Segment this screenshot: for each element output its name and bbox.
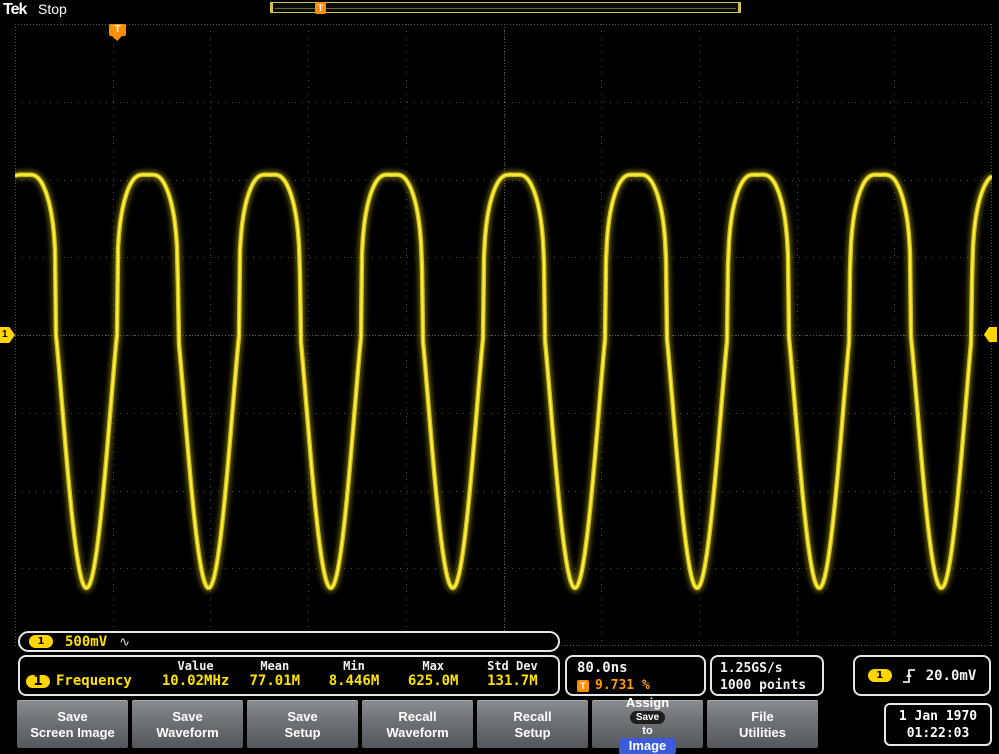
menu-button-label: Save [287, 708, 318, 724]
measurement-max: 625.0M [407, 673, 459, 689]
datetime-box: 1 Jan 1970 01:22:03 [884, 703, 992, 746]
menu-button-label: Screen Image [30, 724, 115, 740]
waveform-trace-ch1 [15, 173, 992, 590]
channel-1-ground-marker: 1 [0, 327, 15, 343]
menu-button-label: Setup [284, 724, 321, 740]
trigger-position-percent: 9.731 % [595, 678, 650, 693]
measurement-header-mean: Mean [260, 659, 290, 673]
menu-button-file-utilities[interactable]: File Utilities [707, 700, 818, 748]
trigger-source-badge: 1 [867, 669, 892, 682]
measurement-min: 8.446M [328, 673, 380, 689]
measurement-value: 10.02MHz [161, 673, 230, 689]
menu-button-label: Assign [625, 695, 670, 710]
record-trigger-marker: T [315, 2, 326, 14]
channel-1-badge: 1 [29, 635, 53, 648]
acquisition-status: Stop [38, 1, 67, 17]
menu-button-save-screen-image[interactable]: Save Screen Image [17, 700, 128, 748]
channel-readout-bar: 1 500mV ∿ [18, 631, 560, 652]
scope-graticule [15, 24, 992, 646]
channel-1-badge: 1 [26, 673, 50, 689]
measurement-header-row: Value Mean Min Max Std Dev [26, 659, 552, 673]
trigger-level: 20.0mV [925, 667, 977, 684]
menu-button-label: Save [172, 708, 203, 724]
record-length: 1000 points [720, 678, 807, 693]
menu-button-label: Recall [513, 708, 552, 724]
menu-button-label: Waveform [156, 724, 219, 740]
measurement-header-value: Value [177, 659, 214, 673]
menu-button-label: File [751, 708, 774, 724]
timebase-scale: 80.0ns [577, 660, 628, 676]
menu-button-label: Utilities [739, 724, 786, 740]
timebase-panel: 80.0ns T 9.731 % [565, 655, 706, 696]
measurement-mean: 77.01M [249, 673, 301, 689]
measurement-name: Frequency [56, 673, 132, 689]
time-label: 01:22:03 [906, 726, 970, 741]
record-view-bar: T [270, 2, 741, 14]
menu-button-label: Save [57, 708, 88, 724]
assign-save-row: Save to [629, 711, 666, 738]
menu-button-recall-waveform[interactable]: Recall Waveform [362, 700, 473, 748]
measurement-source: 1 Frequency [26, 673, 156, 689]
sample-rate: 1.25GS/s [720, 661, 783, 676]
record-view-trace [275, 8, 736, 9]
measurement-row: 1 Frequency 10.02MHz 77.01M 8.446M 625.0… [26, 673, 552, 689]
menu-button-label: Recall [398, 708, 437, 724]
trigger-badge-icon: T [577, 679, 589, 692]
measurement-header-stddev: Std Dev [487, 659, 538, 673]
assign-image-selected: Image [618, 738, 677, 754]
trigger-panel: 1 20.0mV [853, 655, 991, 696]
coupling-icon: ∿ [119, 633, 131, 649]
measurement-header-max: Max [422, 659, 445, 673]
menu-button-save-setup[interactable]: Save Setup [247, 700, 358, 748]
menu-button-assign-save[interactable]: Assign Save to Image [592, 695, 703, 754]
date-label: 1 Jan 1970 [898, 709, 978, 724]
assign-to-label: to [642, 725, 653, 737]
save-badge: Save [629, 711, 666, 724]
measurement-header-min: Min [343, 659, 365, 673]
menu-button-recall-setup[interactable]: Recall Setup [477, 700, 588, 748]
measurement-stddev: 131.7M [487, 673, 538, 689]
channel-scale: 500mV [65, 633, 108, 650]
menu-button-label: Setup [514, 724, 551, 740]
measurement-panel: Value Mean Min Max Std Dev 1 Frequency 1… [18, 655, 560, 696]
rising-edge-icon [902, 668, 915, 683]
trigger-position-marker: T [109, 24, 126, 41]
tek-logo: Tek [3, 1, 27, 18]
menu-button-label: Waveform [386, 724, 449, 740]
menu-button-save-waveform[interactable]: Save Waveform [132, 700, 243, 748]
acquisition-panel: 1.25GS/s 1000 points [710, 655, 824, 696]
